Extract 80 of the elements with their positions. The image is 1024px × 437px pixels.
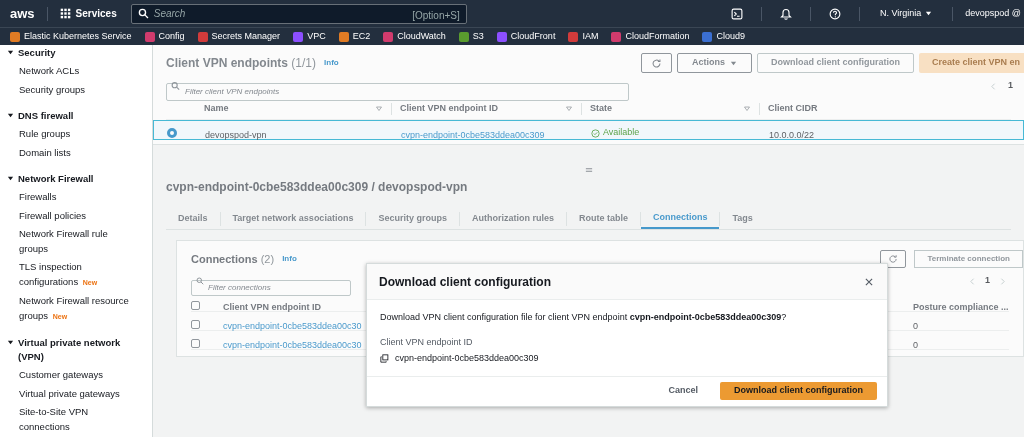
refresh-button[interactable] xyxy=(640,53,672,73)
checkbox[interactable] xyxy=(191,301,200,310)
favorite-link[interactable]: CloudWatch xyxy=(383,29,446,44)
status-text: Available xyxy=(591,126,769,140)
account-menu[interactable]: devopspod @ xyxy=(965,6,1021,21)
detail-title: cvpn-endpoint-0cbe583ddea00c309 / devopspod-vpn xyxy=(166,179,469,196)
help-icon[interactable] xyxy=(828,7,841,20)
column-header[interactable]: Client VPN endpoint ID xyxy=(400,101,498,116)
caret-icon xyxy=(729,59,737,67)
search-icon xyxy=(171,81,180,91)
sidebar-link[interactable]: Network ACLs xyxy=(19,64,131,79)
column-header[interactable]: Client VPN endpoint ID xyxy=(223,302,321,312)
panel-title: Client VPN endpoints (1/1) xyxy=(166,55,317,72)
drag-handle-icon[interactable] xyxy=(583,165,594,175)
check-circle-icon xyxy=(591,128,600,138)
bell-icon[interactable] xyxy=(779,7,792,20)
favorite-link[interactable]: VPC xyxy=(293,29,326,44)
radio-button[interactable] xyxy=(167,128,177,138)
favorite-link[interactable]: Secrets Manager xyxy=(197,29,281,44)
table-cell: 10.0.0.0/22 xyxy=(769,130,815,140)
caret-icon xyxy=(925,10,933,17)
sort-icon[interactable] xyxy=(375,104,383,113)
sort-icon[interactable] xyxy=(743,104,751,113)
close-icon[interactable] xyxy=(864,276,874,287)
table-cell: devopspod-vpn xyxy=(205,130,267,140)
download-button[interactable]: Download client configuration xyxy=(720,382,877,400)
copy-icon[interactable] xyxy=(380,354,389,364)
sidebar-link[interactable]: Virtual private gateways xyxy=(19,386,131,401)
sidebar-link[interactable]: Rule groups xyxy=(19,127,131,142)
checkbox[interactable] xyxy=(191,339,200,348)
aws-logo[interactable]: aws xyxy=(10,7,35,20)
services-menu[interactable]: Services xyxy=(59,6,117,21)
column-header[interactable]: State xyxy=(590,101,612,116)
panel-title: Connections (2) xyxy=(191,251,275,267)
item-count: (2) xyxy=(260,252,275,265)
favorite-link[interactable]: CloudFormation xyxy=(611,29,690,44)
sidebar-link[interactable]: Firewall policies xyxy=(19,208,131,223)
column-header[interactable]: Name xyxy=(204,101,229,116)
table-cell: 0 xyxy=(913,340,918,350)
region-menu[interactable]: N. Virginia xyxy=(879,6,933,21)
page-number[interactable]: 1 xyxy=(985,274,990,288)
filter-field[interactable]: Filter connections xyxy=(191,279,351,296)
column-header[interactable]: Posture compliance ... xyxy=(913,302,1009,312)
sidebar-link[interactable]: Domain lists xyxy=(19,145,131,160)
sidebar-section[interactable]: Virtual private network (VPN) xyxy=(7,336,148,364)
column-header[interactable]: Client CIDR xyxy=(768,101,818,116)
favorite-link[interactable]: CloudFront xyxy=(496,29,556,44)
dialog-message: Download VPN client configuration file for client VPN endpoint cvpn-endpoint-0cbe583ddea00c309? xyxy=(380,311,788,324)
item-count: (1/1) xyxy=(291,56,317,70)
favorite-link[interactable]: Elastic Kubernetes Service xyxy=(10,29,132,44)
search-icon xyxy=(137,8,149,19)
filter-field[interactable]: Filter client VPN endpoints xyxy=(166,82,629,101)
field-value: cvpn-endpoint-0cbe583ddea00c309 xyxy=(395,352,539,365)
sidebar-link[interactable]: Customer gateways xyxy=(19,368,131,383)
sidebar-link[interactable]: Network Firewall rule groups xyxy=(19,227,131,256)
favorite-link[interactable]: Cloud9 xyxy=(702,29,745,44)
sidebar-link[interactable]: Firewalls xyxy=(19,190,131,205)
sort-icon[interactable] xyxy=(565,104,573,113)
favorite-link[interactable]: Config xyxy=(144,29,185,44)
search-icon xyxy=(196,277,204,285)
refresh-icon xyxy=(650,57,662,69)
checkbox[interactable] xyxy=(191,320,200,329)
page-number[interactable]: 1 xyxy=(1008,79,1013,93)
terminal-icon[interactable] xyxy=(730,7,743,20)
dialog-title: Download client configuration xyxy=(379,273,551,291)
actions-button[interactable]: Actions xyxy=(676,53,752,73)
sidebar-section[interactable]: Security xyxy=(7,46,148,60)
favorite-link[interactable]: IAM xyxy=(568,29,599,44)
cancel-button[interactable]: Cancel xyxy=(656,382,710,400)
shortcut-hint: [Option+S] xyxy=(412,8,460,23)
sidebar-link[interactable]: Security groups xyxy=(19,82,131,97)
sidebar-section[interactable]: Network Firewall xyxy=(7,172,148,186)
sidebar-section[interactable]: DNS firewall xyxy=(7,109,148,123)
grid-icon xyxy=(59,8,71,19)
field-label: Client VPN endpoint ID xyxy=(380,335,474,349)
table-cell: 0 xyxy=(913,321,918,331)
sidebar-link[interactable]: Site-to-Site VPN connections xyxy=(19,405,131,434)
favorite-link[interactable]: S3 xyxy=(458,29,484,44)
favorite-link[interactable]: EC2 xyxy=(338,29,371,44)
refresh-icon xyxy=(888,254,899,264)
